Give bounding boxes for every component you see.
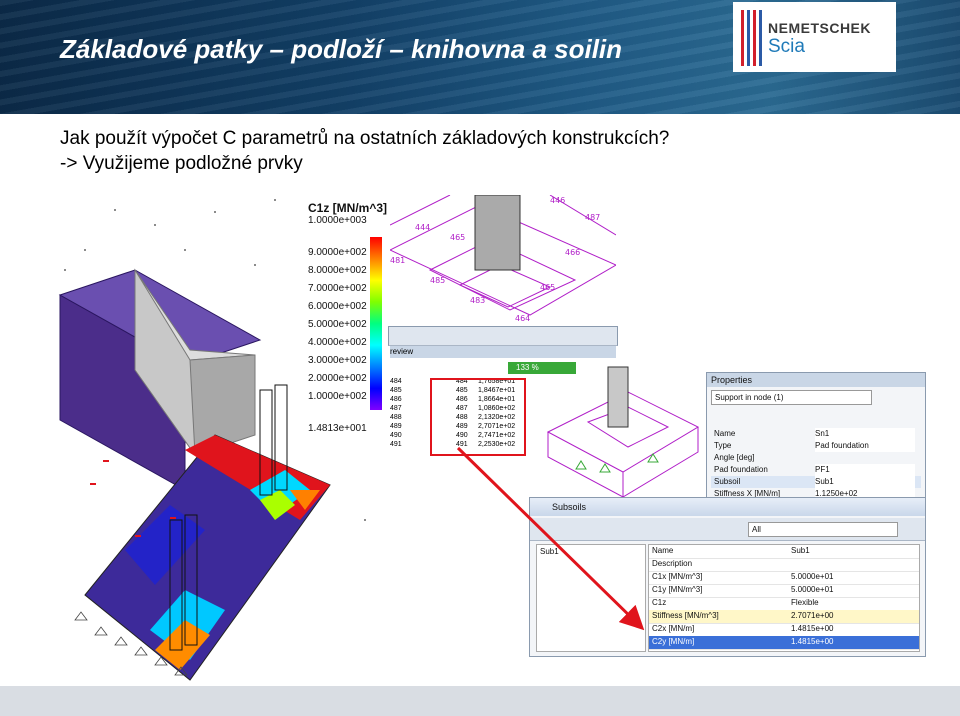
table-row[interactable]: C1y [MN/m^3] 5.0000e+01 — [649, 584, 919, 598]
legend-value: 1.0000e+002 — [308, 391, 367, 402]
property-row-selected[interactable]: Subsoil Sub1 — [711, 476, 921, 488]
property-row[interactable]: Type Pad foundation — [711, 440, 921, 452]
color-legend: C1z [MN/m^3] 1.0000e+003 9.0000e+002 8.0… — [300, 195, 390, 440]
legend-value: 6.0000e+002 — [308, 301, 367, 312]
table-row: 488 — [390, 414, 402, 421]
table-row: 484 — [390, 378, 402, 385]
node-label: 487 — [585, 213, 600, 222]
preview-label: review — [390, 346, 616, 358]
subsoil-properties-grid[interactable]: Name Sub1 Description C1x [MN/m^3] 5.0000e… — [648, 544, 920, 652]
property-row[interactable]: Pad foundation PF1 — [711, 464, 921, 476]
table-row: 486 — [390, 396, 402, 403]
footer-bar — [0, 686, 960, 716]
table-row: 489 — [390, 423, 402, 430]
row-value[interactable]: Sub1 — [791, 545, 810, 558]
row-key: Stiffness [MN/m^3] — [652, 611, 719, 620]
property-value[interactable]: PF1 — [815, 464, 915, 476]
node-label: 446 — [550, 196, 565, 205]
property-name: Angle [deg] — [714, 453, 755, 462]
table-row[interactable]: Name Sub1 — [649, 545, 919, 559]
table-row: 485 — [390, 387, 402, 394]
node-label: 444 — [415, 223, 430, 232]
properties-selector[interactable]: Support in node (1) — [711, 390, 872, 405]
preview-toolbar[interactable] — [388, 326, 618, 346]
legend-color-bar — [370, 237, 382, 410]
node-label: 465 — [540, 283, 555, 292]
properties-title: Properties — [707, 373, 925, 387]
legend-value: 5.0000e+002 — [308, 319, 367, 330]
node-label: 485 — [430, 276, 445, 285]
table-row[interactable]: C2x [MN/m] 1.4815e+00 — [649, 623, 919, 637]
node-label: 465 — [450, 233, 465, 242]
table-row[interactable]: Description — [649, 558, 919, 572]
filter-select[interactable]: All — [748, 522, 898, 537]
property-value[interactable]: Pad foundation — [815, 440, 915, 452]
node-label: 464 — [515, 314, 530, 323]
table-row-selected[interactable]: C2y [MN/m] 1.4815e+00 — [649, 636, 919, 650]
legend-min: 1.4813e+001 — [308, 423, 367, 434]
property-name: Pad foundation — [714, 465, 768, 474]
node-label: 466 — [565, 248, 580, 257]
row-value[interactable]: 5.0000e+01 — [791, 584, 834, 597]
logo-sub: Scia — [768, 36, 805, 57]
property-name: Type — [714, 441, 732, 450]
wireframe-top-view: 446 444 487 465 485 483 464 481 466 465 — [390, 195, 616, 323]
row-value[interactable]: 2.7071e+00 — [791, 610, 834, 623]
page-title: Základové patky – podloží – knihovna a s… — [60, 34, 623, 64]
legend-value: 7.0000e+002 — [308, 283, 367, 294]
legend-max: 1.0000e+003 — [308, 215, 367, 226]
property-row[interactable]: Name Sn1 — [711, 428, 921, 440]
nemetschek-logo: NEMETSCHEK Scia — [733, 2, 896, 72]
legend-value: 8.0000e+002 — [308, 265, 367, 276]
logo-name: NEMETSCHEK — [768, 20, 872, 36]
properties-panel[interactable]: Properties Support in node (1) Name Sn1 … — [706, 372, 926, 509]
table-row: 491 — [390, 441, 402, 448]
answer-text: -> Využijeme podložné prvky — [60, 153, 303, 174]
row-value[interactable]: 5.0000e+01 — [791, 571, 834, 584]
legend-title: C1z [MN/m^3] — [308, 201, 388, 215]
node-label: 483 — [470, 296, 485, 305]
table-row[interactable]: C1z Flexible — [649, 597, 919, 611]
row-value[interactable]: 1.4815e+00 — [791, 623, 834, 636]
legend-value: 4.0000e+002 — [308, 337, 367, 348]
legend-value: 3.0000e+002 — [308, 355, 367, 366]
question-text: Jak použít výpočet C parametrů na ostatn… — [60, 128, 670, 149]
node-label: 481 — [390, 256, 405, 265]
property-row[interactable]: Angle [deg] — [711, 452, 921, 464]
table-row: 487 — [390, 405, 402, 412]
table-row-highlight[interactable]: Stiffness [MN/m^3] 2.7071e+00 — [649, 610, 919, 624]
logo-bars-icon — [741, 10, 763, 66]
pointer-arrow — [456, 446, 645, 631]
table-row: 490 — [390, 432, 402, 439]
table-row[interactable]: C1x [MN/m^3] 5.0000e+01 — [649, 571, 919, 585]
property-value[interactable]: Sub1 — [815, 476, 915, 488]
row-value[interactable]: Flexible — [791, 597, 819, 610]
property-name: Subsoil — [714, 477, 741, 486]
legend-value: 2.0000e+002 — [308, 373, 367, 384]
legend-value: 9.0000e+002 — [308, 247, 367, 258]
property-name: Name — [714, 429, 736, 438]
header-banner: Základové patky – podloží – knihovna a s… — [0, 0, 960, 114]
property-value[interactable]: Sn1 — [815, 428, 915, 440]
row-value[interactable]: 1.4815e+00 — [791, 636, 834, 649]
